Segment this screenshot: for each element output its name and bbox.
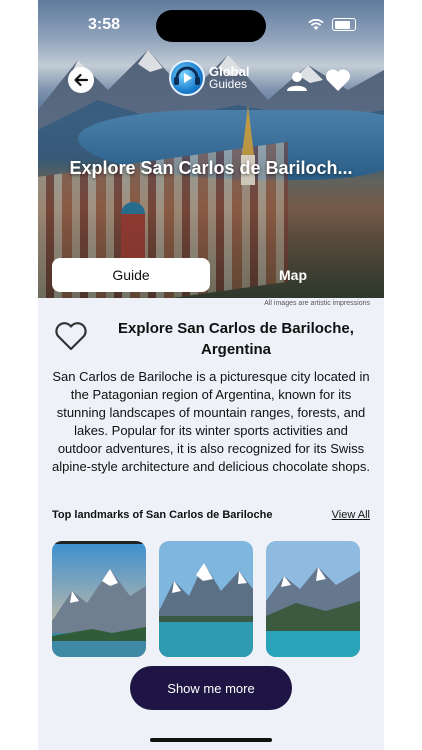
landmark-card[interactable] — [52, 541, 146, 657]
user-icon[interactable] — [286, 70, 308, 92]
image-disclaimer: All images are artistic impressions — [264, 300, 370, 307]
tab-bar: Guide Map — [52, 258, 372, 292]
hero-overlay — [38, 0, 384, 298]
status-time: 3:58 — [88, 16, 121, 33]
landmark-image — [52, 541, 146, 657]
landmark-card[interactable] — [266, 541, 360, 657]
landmark-image — [266, 541, 360, 657]
view-all-link[interactable]: View All — [332, 509, 370, 521]
app-screen: 3:58 Global Guides Explore San Carlos de… — [38, 0, 384, 750]
back-button[interactable] — [68, 67, 94, 93]
wifi-icon — [308, 18, 324, 30]
landmarks-heading: Top landmarks of San Carlos de Bariloche — [52, 509, 273, 521]
hero-title: Explore San Carlos de Bariloch... — [69, 158, 353, 178]
landmark-cards — [52, 541, 360, 657]
heart-outline-icon[interactable] — [54, 322, 88, 352]
hero-image: 3:58 Global Guides Explore San Carlos de… — [38, 0, 384, 298]
tab-map[interactable]: Map — [214, 258, 372, 292]
tab-guide[interactable]: Guide — [52, 258, 210, 292]
place-description: San Carlos de Bariloche is a picturesque… — [52, 369, 370, 474]
arrow-left-icon — [74, 73, 89, 87]
favorites-heart-icon[interactable] — [325, 68, 351, 92]
dynamic-island — [156, 10, 266, 42]
show-more-button[interactable]: Show me more — [130, 666, 292, 710]
logo-line2: Guides — [209, 77, 248, 91]
home-indicator — [150, 738, 272, 742]
globe-headphones-icon — [169, 60, 205, 96]
app-logo: Global Guides — [169, 60, 249, 96]
battery-icon — [332, 18, 356, 31]
place-title: Explore San Carlos de Bariloche, Argenti… — [118, 320, 354, 358]
landmark-card[interactable] — [159, 541, 253, 657]
status-icons — [308, 18, 356, 31]
logo-text: Global Guides — [209, 65, 249, 91]
landmark-image — [159, 541, 253, 657]
